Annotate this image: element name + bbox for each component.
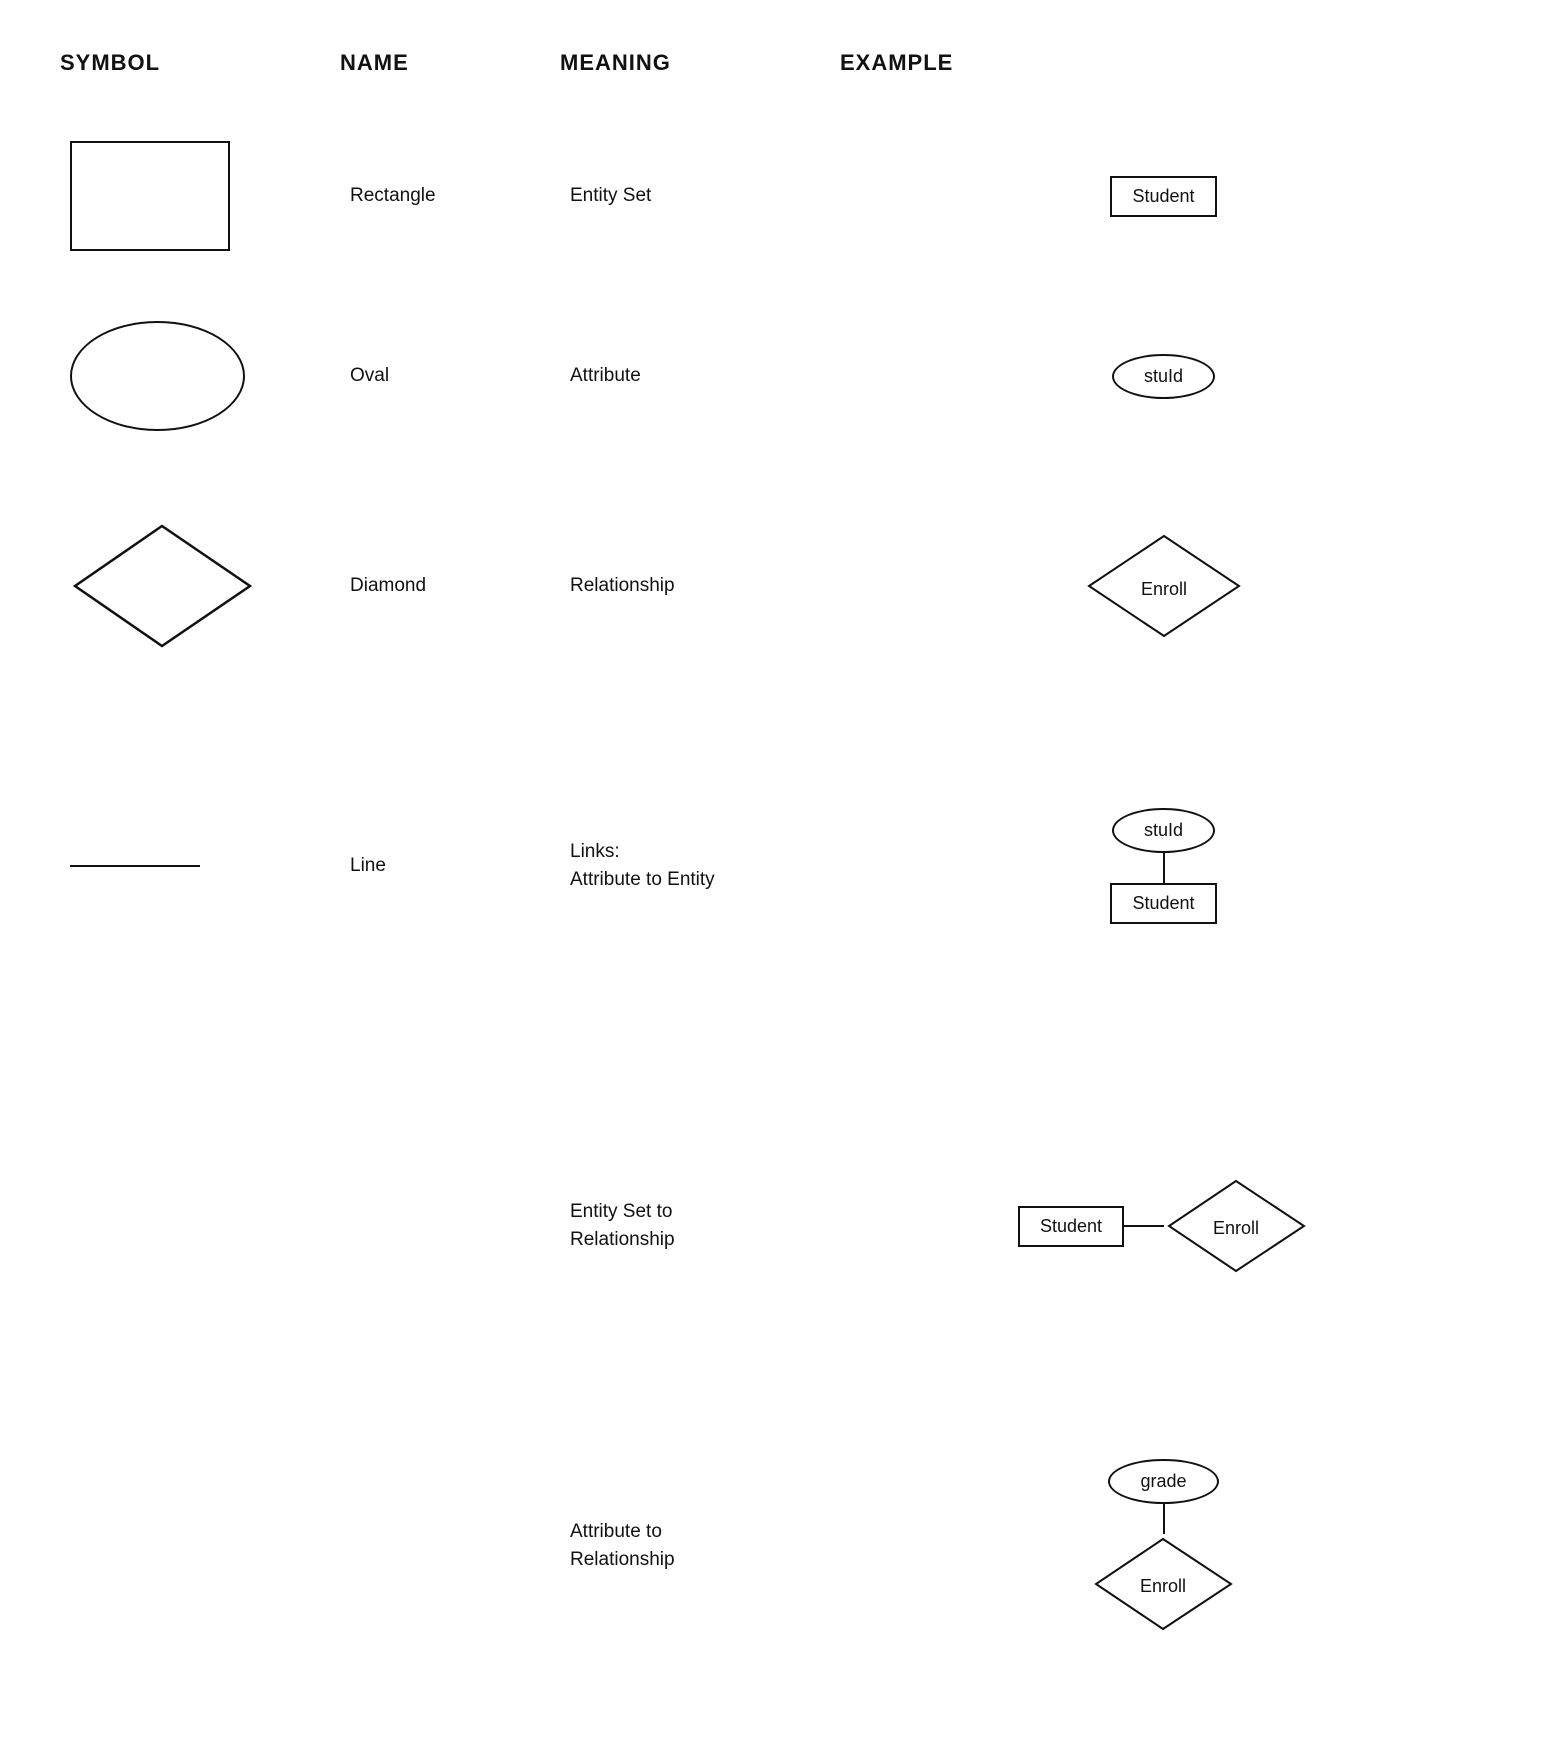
rectangle-shape	[70, 141, 230, 251]
header-name: NAME	[340, 40, 560, 86]
symbol-oval	[60, 321, 340, 431]
name-diamond: Diamond	[340, 575, 560, 597]
diamond-shape-symbol	[70, 521, 255, 651]
example-atr-oval-grade: grade	[1108, 1459, 1218, 1504]
name-line: Line	[340, 855, 560, 877]
example-esr-enroll-label: Enroll	[1213, 1218, 1259, 1238]
meaning-diamond: Relationship	[560, 572, 840, 601]
header-meaning: MEANING	[560, 40, 840, 86]
symbol-rectangle	[60, 141, 340, 251]
example-line: stuId Student	[840, 798, 1487, 934]
example-entity-set-to-rel: Student Enroll	[840, 1166, 1487, 1286]
meaning-attr-to-rel: Attribute to Relationship	[560, 1518, 840, 1575]
example-line-oval-stuid: stuId	[1112, 808, 1215, 853]
meaning-rectangle: Entity Set	[560, 182, 840, 211]
row-entity-set-to-relationship: Entity Set to Relationship Student Enrol…	[60, 1076, 1487, 1376]
header-example: EXAMPLE	[840, 40, 1487, 86]
example-diamond-enroll-svg: Enroll	[1084, 531, 1244, 641]
example-atr-enroll-label: Enroll	[1140, 1575, 1186, 1595]
example-rect-student: Student	[1110, 176, 1216, 217]
connector-vertical-2	[1163, 1504, 1165, 1534]
attr-rel-diagram: grade Enroll	[1091, 1459, 1236, 1634]
header-symbol: SYMBOL	[60, 40, 340, 86]
row-diamond: Diamond Relationship Enroll	[60, 476, 1487, 696]
meaning-line: Links: Attribute to Entity	[560, 838, 840, 895]
row-oval: Oval Attribute stuId	[60, 296, 1487, 456]
example-esr-diamond-enroll-svg: Enroll	[1164, 1176, 1309, 1276]
example-oval: stuId	[840, 344, 1487, 409]
meaning-entity-set-to-rel: Entity Set to Relationship	[560, 1198, 840, 1255]
page: { "header": { "col1": "SYMBOL", "col2": …	[0, 0, 1547, 1756]
example-esr-rect-student: Student	[1018, 1206, 1124, 1247]
line-shape	[70, 865, 200, 868]
row-attribute-to-relationship: Attribute to Relationship grade Enroll	[60, 1396, 1487, 1696]
entity-rel-diagram: Student Enroll	[1018, 1176, 1309, 1276]
oval-shape	[70, 321, 245, 431]
name-oval: Oval	[340, 365, 560, 387]
example-attr-to-rel: grade Enroll	[840, 1449, 1487, 1644]
table-header: SYMBOL NAME MEANING EXAMPLE	[60, 40, 1487, 86]
example-diamond: Enroll	[840, 521, 1487, 651]
name-rectangle: Rectangle	[340, 185, 560, 207]
line-example-diagram: stuId Student	[1110, 808, 1216, 924]
example-oval-stuid: stuId	[1112, 354, 1215, 399]
example-diamond-enroll-label: Enroll	[1140, 579, 1186, 599]
meaning-oval: Attribute	[560, 362, 840, 391]
connector-horizontal	[1124, 1225, 1164, 1227]
symbol-diamond	[60, 521, 340, 651]
row-rectangle: Rectangle Entity Set Student	[60, 116, 1487, 276]
symbol-line	[60, 865, 340, 868]
example-atr-diamond-enroll-svg: Enroll	[1091, 1534, 1236, 1634]
connector-vertical	[1163, 853, 1165, 883]
example-line-rect-student: Student	[1110, 883, 1216, 924]
row-line: Line Links: Attribute to Entity stuId St…	[60, 716, 1487, 1016]
example-rectangle: Student	[840, 166, 1487, 227]
